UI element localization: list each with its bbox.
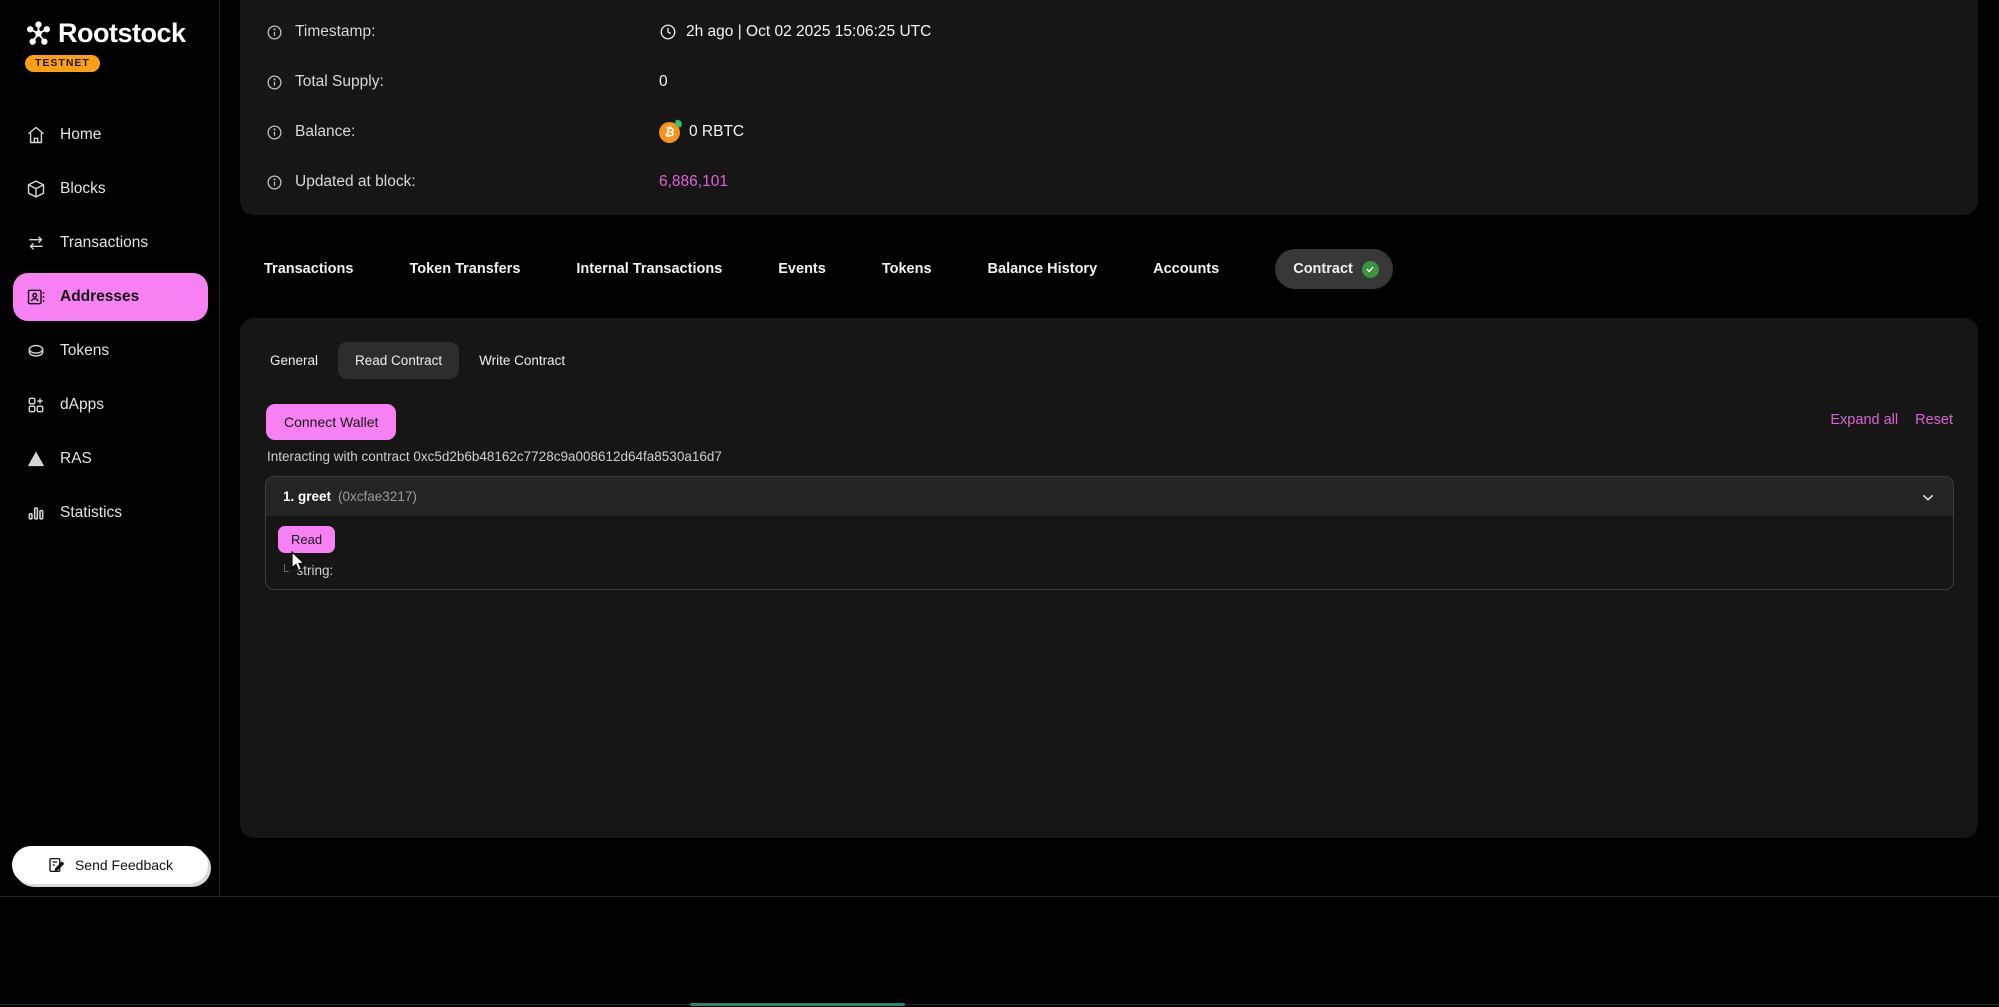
- contract-panel: General Read Contract Write Contract Con…: [240, 318, 1978, 838]
- sidebar-item-label: Tokens: [60, 342, 109, 360]
- reset-link[interactable]: Reset: [1915, 412, 1953, 428]
- contract-actions-row: Connect Wallet Expand all Reset: [266, 404, 1953, 440]
- tab-internal-transactions[interactable]: Internal Transactions: [576, 261, 722, 277]
- horizontal-scrollbar-track: [0, 1004, 1999, 1005]
- summary-label-text: Total Supply:: [295, 73, 384, 91]
- timestamp-value: 2h ago | Oct 02 2025 15:06:25 UTC: [686, 23, 931, 41]
- sidebar-item-label: Statistics: [60, 504, 122, 522]
- sidebar-item-label: Addresses: [60, 288, 139, 306]
- tab-accounts[interactable]: Accounts: [1153, 261, 1219, 277]
- tab-events[interactable]: Events: [778, 261, 826, 277]
- method-name: 1. greet: [283, 489, 331, 504]
- method-body: Read └ string:: [266, 516, 1953, 590]
- tab-transactions[interactable]: Transactions: [264, 261, 353, 277]
- main-content: Timestamp: 2h ago | Oct 02 2025 15:06:25…: [220, 0, 1999, 896]
- method-signature: (0xcfae3217): [338, 489, 417, 504]
- info-icon: [266, 124, 283, 141]
- swap-arrows-icon: [25, 233, 46, 254]
- subtab-read-contract[interactable]: Read Contract: [338, 342, 459, 379]
- feedback-note-icon: [47, 856, 65, 874]
- summary-label-text: Balance:: [295, 123, 355, 141]
- summary-row-balance: Balance: ₿ 0 RBTC: [240, 107, 1978, 157]
- address-summary-card: Timestamp: 2h ago | Oct 02 2025 15:06:25…: [240, 0, 1978, 215]
- sidebar-item-blocks[interactable]: Blocks: [0, 162, 220, 216]
- sidebar: Rootstock TESTNET Home Blocks: [0, 0, 220, 896]
- sidebar-item-home[interactable]: Home: [0, 108, 220, 162]
- rootstock-logo-icon: [25, 20, 52, 47]
- sidebar-item-label: Home: [60, 126, 101, 144]
- send-feedback-label: Send Feedback: [75, 857, 173, 873]
- sidebar-nav: Home Blocks Transactions Addresses: [0, 108, 220, 540]
- horizontal-scrollbar-thumb[interactable]: [690, 1003, 905, 1006]
- tab-contract-label: Contract: [1293, 261, 1353, 277]
- sidebar-item-label: dApps: [60, 396, 104, 414]
- method-header[interactable]: 1. greet (0xcfae3217): [266, 477, 1953, 516]
- total-supply-value: 0: [659, 73, 668, 91]
- info-icon: [266, 74, 283, 91]
- balance-value: 0 RBTC: [689, 123, 744, 141]
- tab-balance-history[interactable]: Balance History: [988, 261, 1098, 277]
- bar-chart-icon: [25, 503, 46, 524]
- read-button[interactable]: Read: [278, 526, 335, 553]
- sidebar-item-ras[interactable]: RAS: [0, 432, 220, 486]
- dapps-grid-icon: [25, 395, 46, 416]
- summary-row-timestamp: Timestamp: 2h ago | Oct 02 2025 15:06:25…: [240, 7, 1978, 57]
- address-card-icon: [25, 287, 46, 308]
- sidebar-item-transactions[interactable]: Transactions: [0, 216, 220, 270]
- info-icon: [266, 24, 283, 41]
- sidebar-item-label: Transactions: [60, 234, 148, 252]
- summary-row-total-supply: Total Supply: 0: [240, 57, 1978, 107]
- sidebar-item-label: Blocks: [60, 180, 106, 198]
- summary-label-text: Updated at block:: [295, 173, 416, 191]
- cube-icon: [25, 179, 46, 200]
- sidebar-item-addresses[interactable]: Addresses: [13, 273, 208, 321]
- coin-icon: [25, 341, 46, 362]
- sidebar-item-statistics[interactable]: Statistics: [0, 486, 220, 540]
- sidebar-item-label: RAS: [60, 450, 92, 468]
- contract-subtabs: General Read Contract Write Contract: [268, 342, 567, 379]
- summary-row-updated-block: Updated at block: 6,886,101: [240, 157, 1978, 207]
- contract-method-card: 1. greet (0xcfae3217) Read └ string:: [265, 476, 1954, 590]
- address-tabs: Transactions Token Transfers Internal Tr…: [264, 249, 1393, 289]
- subtab-general[interactable]: General: [268, 353, 320, 368]
- verified-check-icon: [1362, 261, 1379, 278]
- chevron-down-icon[interactable]: [1920, 489, 1936, 505]
- clock-icon: [659, 23, 677, 41]
- mouse-cursor: [288, 551, 308, 573]
- triangle-icon: [25, 449, 46, 470]
- logo-text: Rootstock: [58, 18, 186, 49]
- footer: Built by RootstockLabs Copyright © 2025 …: [0, 896, 1999, 1007]
- send-feedback-button[interactable]: Send Feedback: [12, 846, 208, 884]
- testnet-badge: TESTNET: [25, 55, 100, 72]
- connect-wallet-button[interactable]: Connect Wallet: [266, 404, 396, 440]
- logo[interactable]: Rootstock TESTNET: [25, 18, 186, 72]
- interacting-contract-text: Interacting with contract 0xc5d2b6b48162…: [267, 449, 722, 464]
- sidebar-item-dapps[interactable]: dApps: [0, 378, 220, 432]
- tab-tokens[interactable]: Tokens: [882, 261, 932, 277]
- tab-token-transfers[interactable]: Token Transfers: [409, 261, 520, 277]
- updated-block-link[interactable]: 6,886,101: [659, 173, 728, 191]
- expand-all-link[interactable]: Expand all: [1830, 412, 1898, 428]
- subtab-write-contract[interactable]: Write Contract: [477, 353, 567, 368]
- sidebar-item-tokens[interactable]: Tokens: [0, 324, 220, 378]
- rbtc-coin-icon: ₿: [659, 122, 680, 143]
- tab-contract[interactable]: Contract: [1275, 249, 1393, 289]
- home-icon: [25, 125, 46, 146]
- app-root: Rootstock TESTNET Home Blocks: [0, 0, 1999, 1007]
- info-icon: [266, 174, 283, 191]
- summary-label-text: Timestamp:: [295, 23, 375, 41]
